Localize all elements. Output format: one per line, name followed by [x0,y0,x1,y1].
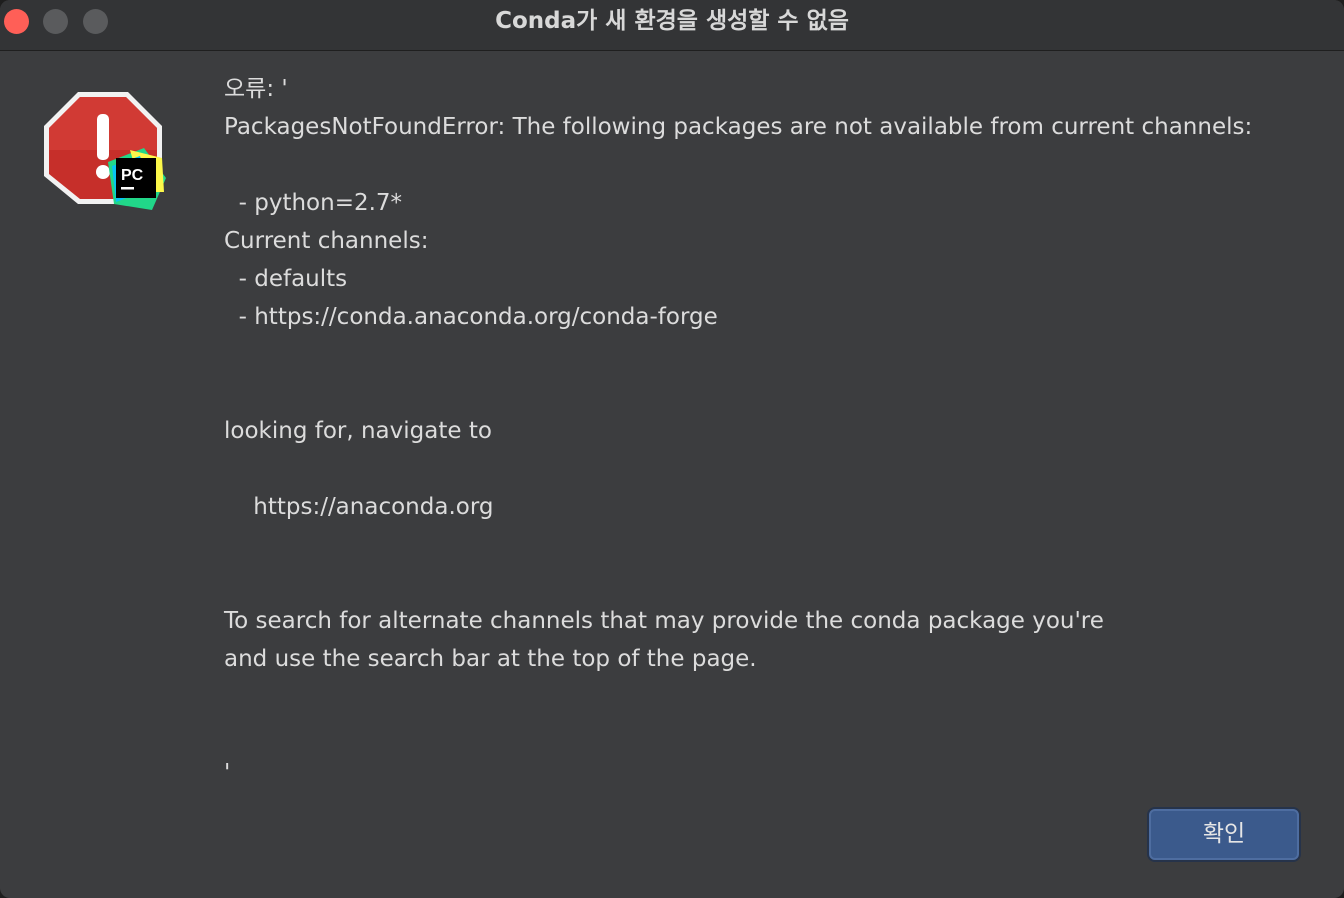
message-line: 오류: ' [224,76,288,102]
svg-text:PC: PC [121,167,144,184]
message-line: and use the search bar at the top of the… [224,646,757,672]
stop-alert-icon: PC [44,92,166,210]
message-line: PackagesNotFoundError: The following pac… [224,114,1253,140]
error-message: 오류: ' PackagesNotFoundError: The followin… [224,70,1324,792]
message-line [224,678,1324,716]
message-line: https://anaconda.org [224,494,494,520]
title-bar[interactable]: Conda가 새 환경을 생성할 수 없음 [0,0,1344,51]
message-line: - defaults [224,266,348,292]
message-line [224,374,1324,412]
message-line [224,564,1324,602]
message-line: Current channels: [224,228,429,254]
message-line: - https://conda.anaconda.org/conda-forge [224,304,718,330]
message-line: ' [224,760,231,786]
message-line [224,526,1324,564]
dialog-window: Conda가 새 환경을 생성할 수 없음 PC 오류: ' PackagesNo… [0,0,1344,898]
message-line [224,716,1324,754]
message-line [224,336,1324,374]
ok-button[interactable]: 확인 [1149,809,1299,860]
message-line: To search for alternate channels that ma… [224,608,1104,634]
window-title: Conda가 새 환경을 생성할 수 없음 [495,8,849,34]
message-line: - python=2.7* [224,190,403,216]
message-line [224,146,1324,184]
message-line [224,450,1324,488]
message-line: looking for, navigate to [224,418,492,444]
